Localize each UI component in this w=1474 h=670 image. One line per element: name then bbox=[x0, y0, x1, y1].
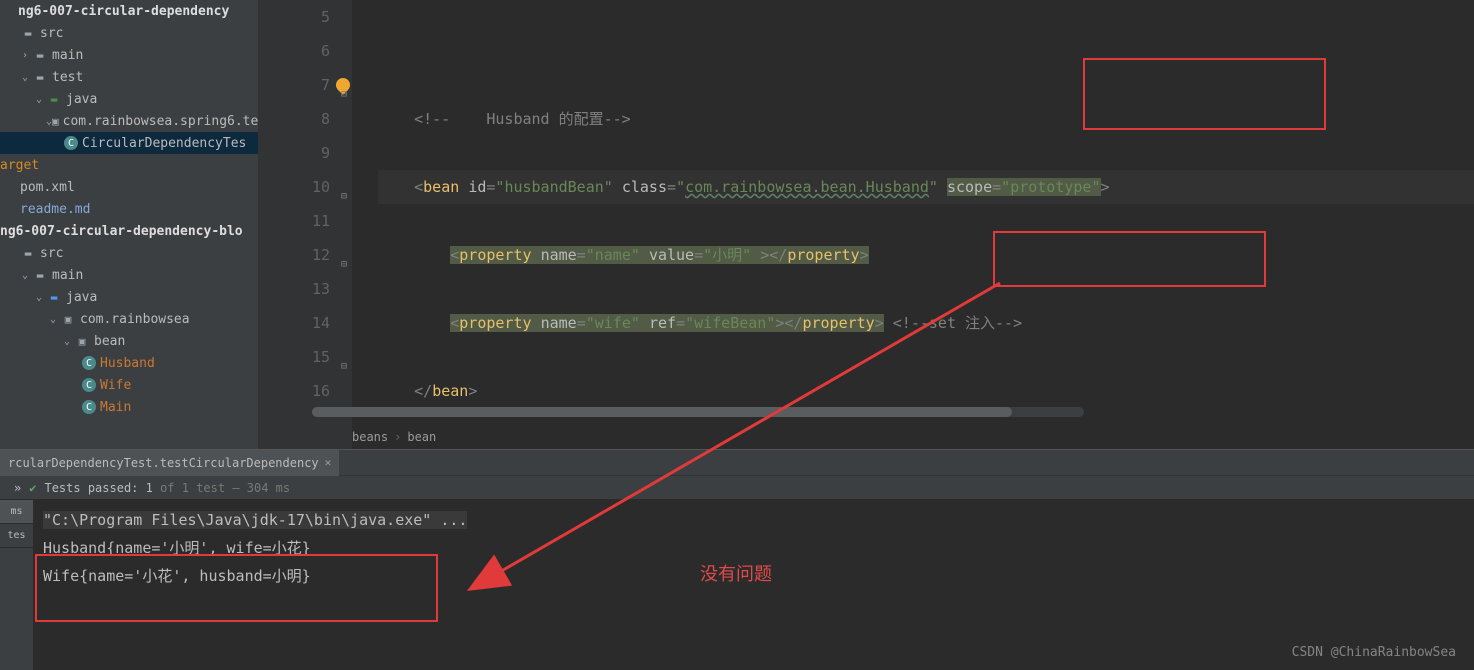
tree-bean-pkg[interactable]: ⌄▣bean bbox=[0, 330, 258, 352]
code-line-7[interactable]: <bean id="husbandBean" class="com.rainbo… bbox=[378, 170, 1474, 204]
tree-target[interactable]: arget bbox=[0, 154, 258, 176]
fold-icon[interactable]: ⊟ bbox=[341, 180, 347, 214]
project-tree[interactable]: ng6-007-circular-dependency ▬src ›▬main … bbox=[0, 0, 258, 449]
breadcrumb-beans[interactable]: beans bbox=[352, 430, 388, 444]
test-passed-icon: ✔ bbox=[29, 481, 36, 495]
run-side-tabs[interactable]: ms tes bbox=[0, 500, 33, 670]
console-output[interactable]: "C:\Program Files\Java\jdk-17\bin\java.e… bbox=[33, 500, 1474, 596]
tree-src[interactable]: ▬src bbox=[0, 22, 258, 44]
breadcrumb-bean[interactable]: bean bbox=[407, 430, 436, 444]
tree-java-2[interactable]: ⌄▬java bbox=[0, 286, 258, 308]
run-tool-window[interactable]: rcularDependencyTest.testCircularDepende… bbox=[0, 449, 1474, 670]
tree-pom[interactable]: pom.xml bbox=[0, 176, 258, 198]
tree-main-2[interactable]: ⌄▬main bbox=[0, 264, 258, 286]
side-tab-tests[interactable]: tes bbox=[0, 524, 33, 548]
tree-wife[interactable]: CWife bbox=[0, 374, 258, 396]
code-line-10[interactable]: </bean> bbox=[378, 374, 1474, 408]
xml-comment: <!-- Husband 的配置--> bbox=[414, 110, 631, 128]
tree-module[interactable]: ng6-007-circular-dependency bbox=[0, 0, 258, 22]
exec-command: "C:\Program Files\Java\jdk-17\bin\java.e… bbox=[43, 511, 467, 529]
run-tab-bar[interactable]: rcularDependencyTest.testCircularDepende… bbox=[0, 450, 1474, 476]
tree-module-2[interactable]: ng6-007-circular-dependency-blo bbox=[0, 220, 258, 242]
editor-gutter: 5 6 7⊟ 8 9 10⊟ 11 12⊟ 13 14 15⊟ 16 bbox=[258, 0, 352, 449]
tree-test[interactable]: ⌄▬test bbox=[0, 66, 258, 88]
console-line: Wife{name='小花', husband=小明} bbox=[43, 562, 1464, 590]
tree-package[interactable]: ⌄▣com.rainbowsea.spring6.te bbox=[0, 110, 258, 132]
expand-icon[interactable]: » bbox=[14, 481, 21, 495]
breadcrumb[interactable]: beans›bean bbox=[352, 430, 436, 444]
tests-total: of 1 test – 304 ms bbox=[153, 481, 290, 495]
fold-icon[interactable]: ⊟ bbox=[341, 248, 347, 282]
code-editor[interactable]: 5 6 7⊟ 8 9 10⊟ 11 12⊟ 13 14 15⊟ 16 <!-- … bbox=[258, 0, 1474, 449]
tree-main[interactable]: ›▬main bbox=[0, 44, 258, 66]
tree-java[interactable]: ⌄▬java bbox=[0, 88, 258, 110]
tree-class-circular[interactable]: CCircularDependencyTes bbox=[0, 132, 258, 154]
fold-icon[interactable]: ⊟ bbox=[341, 350, 347, 384]
tree-main-class[interactable]: CMain bbox=[0, 396, 258, 418]
tree-src-2[interactable]: ▬src bbox=[0, 242, 258, 264]
close-icon[interactable]: ✕ bbox=[325, 456, 332, 469]
tree-readme[interactable]: readme.md bbox=[0, 198, 258, 220]
test-status-bar: » ✔ Tests passed: 1 of 1 test – 304 ms bbox=[0, 476, 1474, 500]
tree-husband[interactable]: CHusband bbox=[0, 352, 258, 374]
run-tab[interactable]: rcularDependencyTest.testCircularDepende… bbox=[0, 450, 339, 476]
code-line-8[interactable]: <property name="name" value="小明" ></prop… bbox=[378, 238, 1474, 272]
tree-package-2[interactable]: ⌄▣com.rainbowsea bbox=[0, 308, 258, 330]
code-line-9[interactable]: <property name="wife" ref="wifeBean"></p… bbox=[378, 306, 1474, 340]
fold-icon[interactable]: ⊟ bbox=[341, 78, 347, 112]
editor-horizontal-scrollbar[interactable] bbox=[312, 407, 1084, 417]
code-area[interactable]: <!-- Husband 的配置--> <bean id="husbandBea… bbox=[352, 0, 1474, 449]
console-line: Husband{name='小明', wife=小花} bbox=[43, 534, 1464, 562]
side-tab-ms[interactable]: ms bbox=[0, 500, 33, 524]
tests-passed-count: Tests passed: 1 bbox=[44, 481, 152, 495]
